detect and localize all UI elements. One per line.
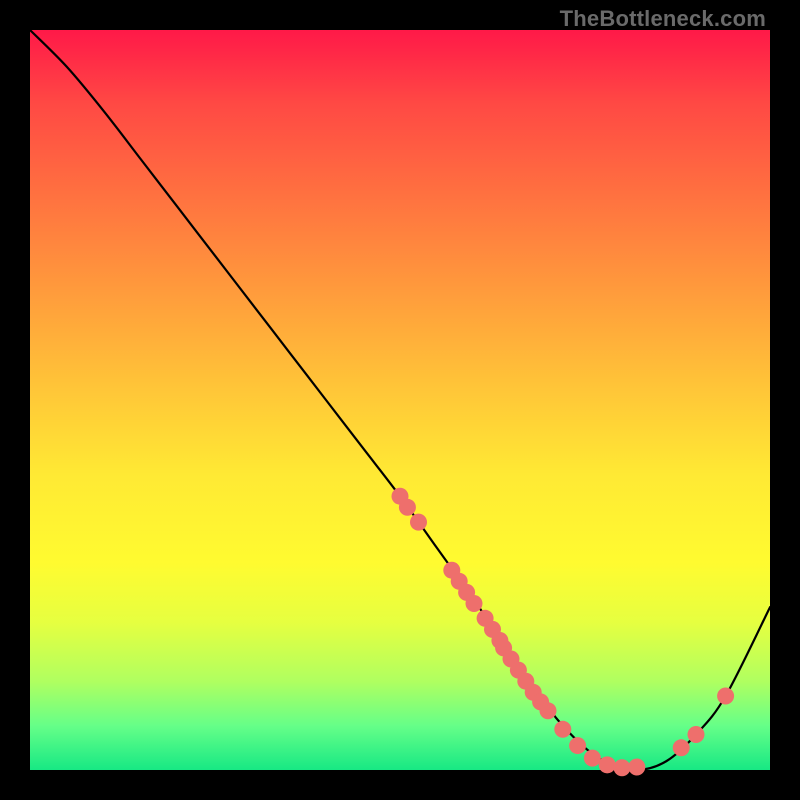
data-point <box>540 702 557 719</box>
data-point <box>554 721 571 738</box>
data-point <box>584 750 601 767</box>
data-points <box>392 488 735 777</box>
chart-frame <box>30 30 770 770</box>
data-point <box>688 726 705 743</box>
data-point <box>717 688 734 705</box>
data-point <box>628 759 645 776</box>
bottleneck-curve <box>30 30 770 770</box>
data-point <box>399 499 416 516</box>
data-point <box>614 759 631 776</box>
data-point <box>466 595 483 612</box>
data-point <box>673 739 690 756</box>
chart-svg <box>30 30 770 770</box>
data-point <box>410 514 427 531</box>
watermark-text: TheBottleneck.com <box>560 6 766 32</box>
data-point <box>569 737 586 754</box>
data-point <box>599 756 616 773</box>
